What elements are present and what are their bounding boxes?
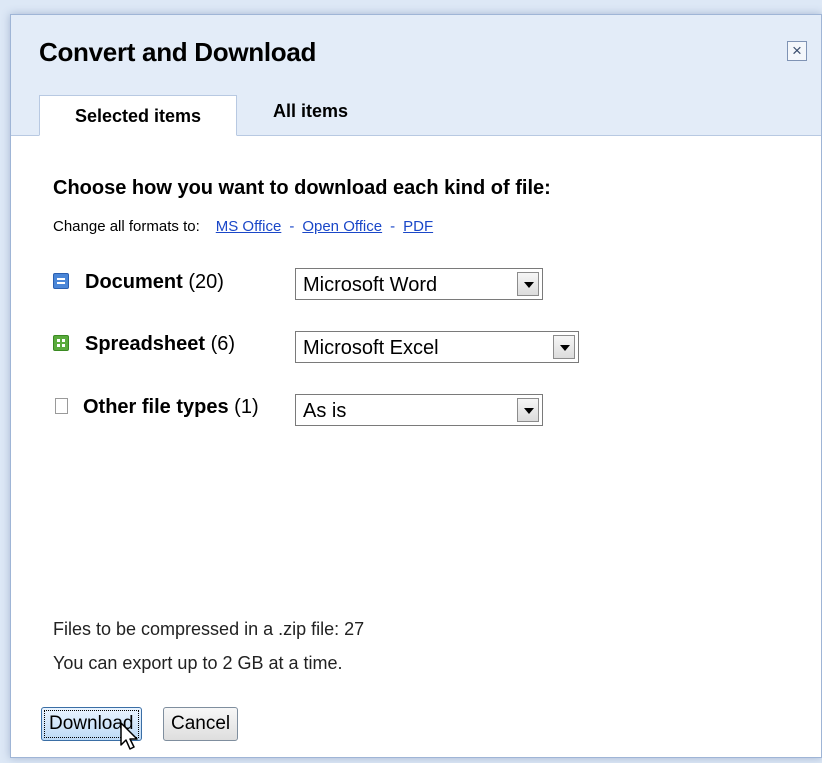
- compressed-count-text: Files to be compressed in a .zip file: 2…: [53, 619, 365, 639]
- selected-format: Microsoft Word: [303, 274, 438, 296]
- tab-selected-items[interactable]: Selected items: [39, 95, 237, 136]
- link-separator: -: [289, 218, 295, 235]
- change-all-formats: Change all formats to: MS Office - Open Off…: [53, 218, 433, 235]
- file-type-name: Other file types: [83, 396, 229, 418]
- file-type-count: (20): [188, 271, 224, 293]
- dialog-titlebar: Convert and Download ×: [11, 15, 821, 82]
- open-office-link[interactable]: Open Office: [302, 218, 382, 235]
- file-icon: [55, 398, 68, 414]
- file-type-count: (6): [210, 333, 236, 355]
- convert-download-dialog: Convert and Download × Selected items Al…: [10, 14, 822, 758]
- dialog-title: Convert and Download: [39, 37, 317, 67]
- change-formats-label: Change all formats to:: [53, 218, 200, 235]
- tab-all-items[interactable]: All items: [273, 95, 393, 135]
- close-icon[interactable]: ×: [787, 41, 807, 61]
- file-type-name: Document: [85, 271, 183, 293]
- file-type-label: Document (20): [85, 271, 224, 294]
- chevron-down-icon[interactable]: [553, 335, 575, 359]
- tab-bar: Selected items All items: [11, 82, 821, 136]
- file-type-name: Spreadsheet: [85, 333, 206, 355]
- chevron-down-icon[interactable]: [517, 398, 539, 422]
- instructions-heading: Choose how you want to download each kin…: [53, 177, 551, 199]
- selected-format: Microsoft Excel: [303, 337, 439, 359]
- document-format-select[interactable]: Microsoft Word: [295, 268, 543, 300]
- file-type-count: (1): [234, 396, 259, 418]
- spreadsheet-format-select[interactable]: Microsoft Excel: [295, 331, 579, 363]
- document-icon: [53, 273, 69, 289]
- ms-office-link[interactable]: MS Office: [216, 218, 282, 235]
- file-type-label: Spreadsheet (6): [85, 333, 235, 356]
- link-separator: -: [390, 218, 396, 235]
- chevron-down-icon[interactable]: [517, 272, 539, 296]
- cancel-button[interactable]: Cancel: [163, 707, 239, 741]
- file-type-label: Other file types (1): [83, 396, 259, 419]
- pdf-link[interactable]: PDF: [403, 218, 433, 235]
- selected-format: As is: [303, 400, 347, 422]
- mouse-cursor-icon: [120, 722, 138, 750]
- other-format-select[interactable]: As is: [295, 394, 543, 426]
- spreadsheet-icon: [53, 335, 69, 351]
- export-limit-text: You can export up to 2 GB at a time.: [53, 653, 343, 673]
